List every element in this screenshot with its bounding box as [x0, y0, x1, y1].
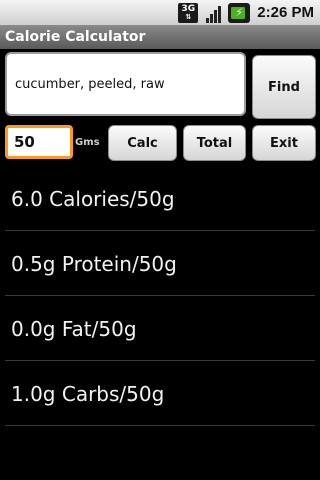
title-bar: Calorie Calculator — [0, 25, 320, 49]
app-title: Calorie Calculator — [5, 29, 146, 45]
result-calories-row: 6.0 Calories/50g — [5, 167, 315, 231]
find-button[interactable]: Find — [252, 55, 316, 119]
app-screen: 3G ⇅ ⚡ 2:26 PM Calorie Calculator Find G… — [0, 0, 320, 480]
status-clock: 2:26 PM — [257, 4, 314, 21]
exit-button[interactable]: Exit — [252, 125, 316, 161]
unit-label: Gms — [75, 137, 100, 148]
result-protein: 0.5g Protein/50g — [11, 251, 177, 276]
battery-charging-icon: ⚡ — [228, 2, 251, 23]
signal-strength-icon — [203, 3, 223, 23]
result-carbs: 1.0g Carbs/50g — [11, 381, 165, 406]
result-carbs-row: 1.0g Carbs/50g — [5, 362, 315, 426]
status-bar: 3G ⇅ ⚡ 2:26 PM — [0, 0, 320, 25]
result-fat: 0.0g Fat/50g — [11, 316, 137, 341]
quantity-input[interactable] — [5, 125, 73, 159]
result-calories: 6.0 Calories/50g — [11, 186, 175, 211]
3g-data-icon: 3G ⇅ — [178, 2, 199, 23]
calc-button[interactable]: Calc — [108, 125, 177, 161]
result-protein-row: 0.5g Protein/50g — [5, 232, 315, 296]
data-arrows-icon: ⇅ — [185, 12, 192, 21]
total-button[interactable]: Total — [183, 125, 246, 161]
result-fat-row: 0.0g Fat/50g — [5, 297, 315, 361]
food-search-input[interactable] — [5, 52, 246, 116]
